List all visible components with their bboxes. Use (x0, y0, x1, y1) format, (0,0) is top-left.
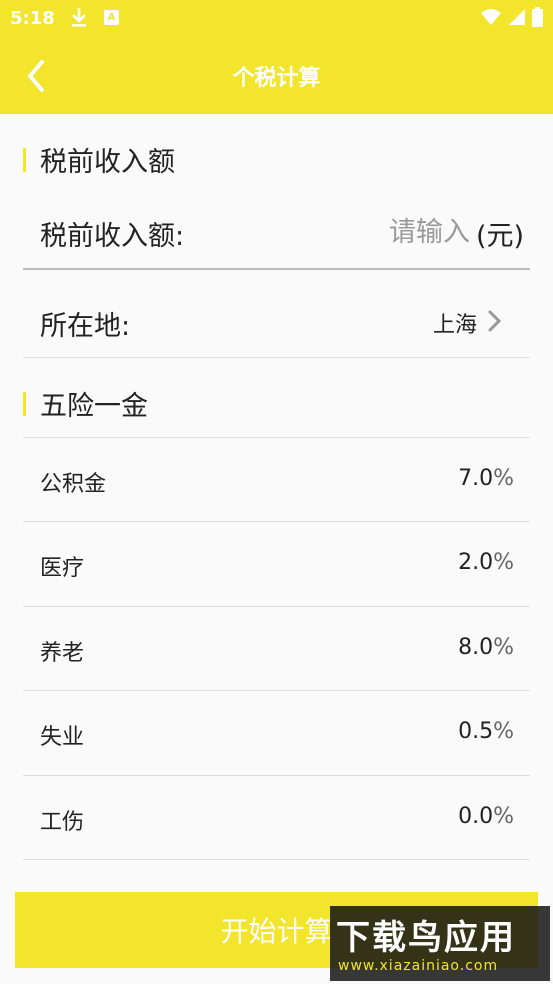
divider (23, 859, 530, 860)
insurance-value-number: 8.0 (458, 635, 494, 660)
page-title: 个税计算 (232, 66, 321, 91)
watermark-title: 下载鸟应用 (336, 918, 516, 958)
insurance-value[interactable]: 7.0% (458, 466, 514, 491)
section-accent-bar (23, 392, 26, 416)
insurance-value[interactable]: 8.0% (458, 635, 514, 660)
section-accent-bar (23, 148, 26, 172)
insurance-label: 公积金 (40, 472, 107, 497)
percent-unit: % (493, 550, 514, 575)
percent-unit: % (493, 466, 514, 491)
insurance-row-unemployment[interactable]: 失业 0.5% (23, 691, 530, 775)
insurance-label: 医疗 (40, 556, 85, 581)
chevron-right-icon (485, 309, 505, 333)
insurance-value-number: 0.5 (458, 719, 494, 744)
insurance-value-number: 2.0 (458, 550, 494, 575)
insurance-value[interactable]: 2.0% (458, 550, 514, 575)
income-section-header: 税前收入额 (23, 140, 175, 179)
app-notification-letter: A (107, 12, 116, 23)
insurance-value[interactable]: 0.0% (458, 804, 514, 829)
battery-icon (532, 7, 543, 31)
percent-unit: % (493, 635, 514, 660)
income-label: 税前收入额: (40, 221, 185, 252)
watermark-url: www.xiazainiao.com (338, 958, 499, 974)
insurance-value-number: 7.0 (458, 466, 494, 491)
insurance-row-medical[interactable]: 医疗 2.0% (23, 522, 530, 606)
app-bar: 个税计算 (0, 38, 553, 114)
insurance-section-header: 五险一金 (23, 384, 148, 423)
insurance-label: 养老 (40, 641, 85, 666)
signal-icon (508, 8, 526, 30)
watermark: 下载鸟应用 www.xiazainiao.com (330, 906, 550, 981)
income-unit: (元) (476, 221, 525, 252)
divider (23, 357, 530, 358)
insurance-row-housing-fund[interactable]: 公积金 7.0% (23, 438, 530, 522)
location-row[interactable]: 所在地: 上海 (23, 270, 530, 356)
insurance-label: 失业 (40, 725, 85, 750)
percent-unit: % (493, 804, 514, 829)
wifi-icon (480, 8, 502, 30)
income-section-title: 税前收入额 (40, 147, 175, 178)
income-input[interactable] (310, 210, 470, 254)
insurance-section-title: 五险一金 (40, 391, 148, 422)
percent-unit: % (493, 719, 514, 744)
insurance-label: 工伤 (40, 810, 85, 835)
insurance-value[interactable]: 0.5% (458, 719, 514, 744)
app-notification-icon: A (104, 10, 119, 25)
insurance-row-pension[interactable]: 养老 8.0% (23, 607, 530, 691)
status-time: 5:18 (10, 8, 55, 29)
location-label: 所在地: (40, 311, 131, 342)
location-value: 上海 (432, 313, 477, 338)
status-bar: 5:18 A (0, 0, 553, 38)
insurance-row-injury[interactable]: 工伤 0.0% (23, 776, 530, 860)
insurance-value-number: 0.0 (458, 804, 494, 829)
download-icon (70, 6, 88, 33)
